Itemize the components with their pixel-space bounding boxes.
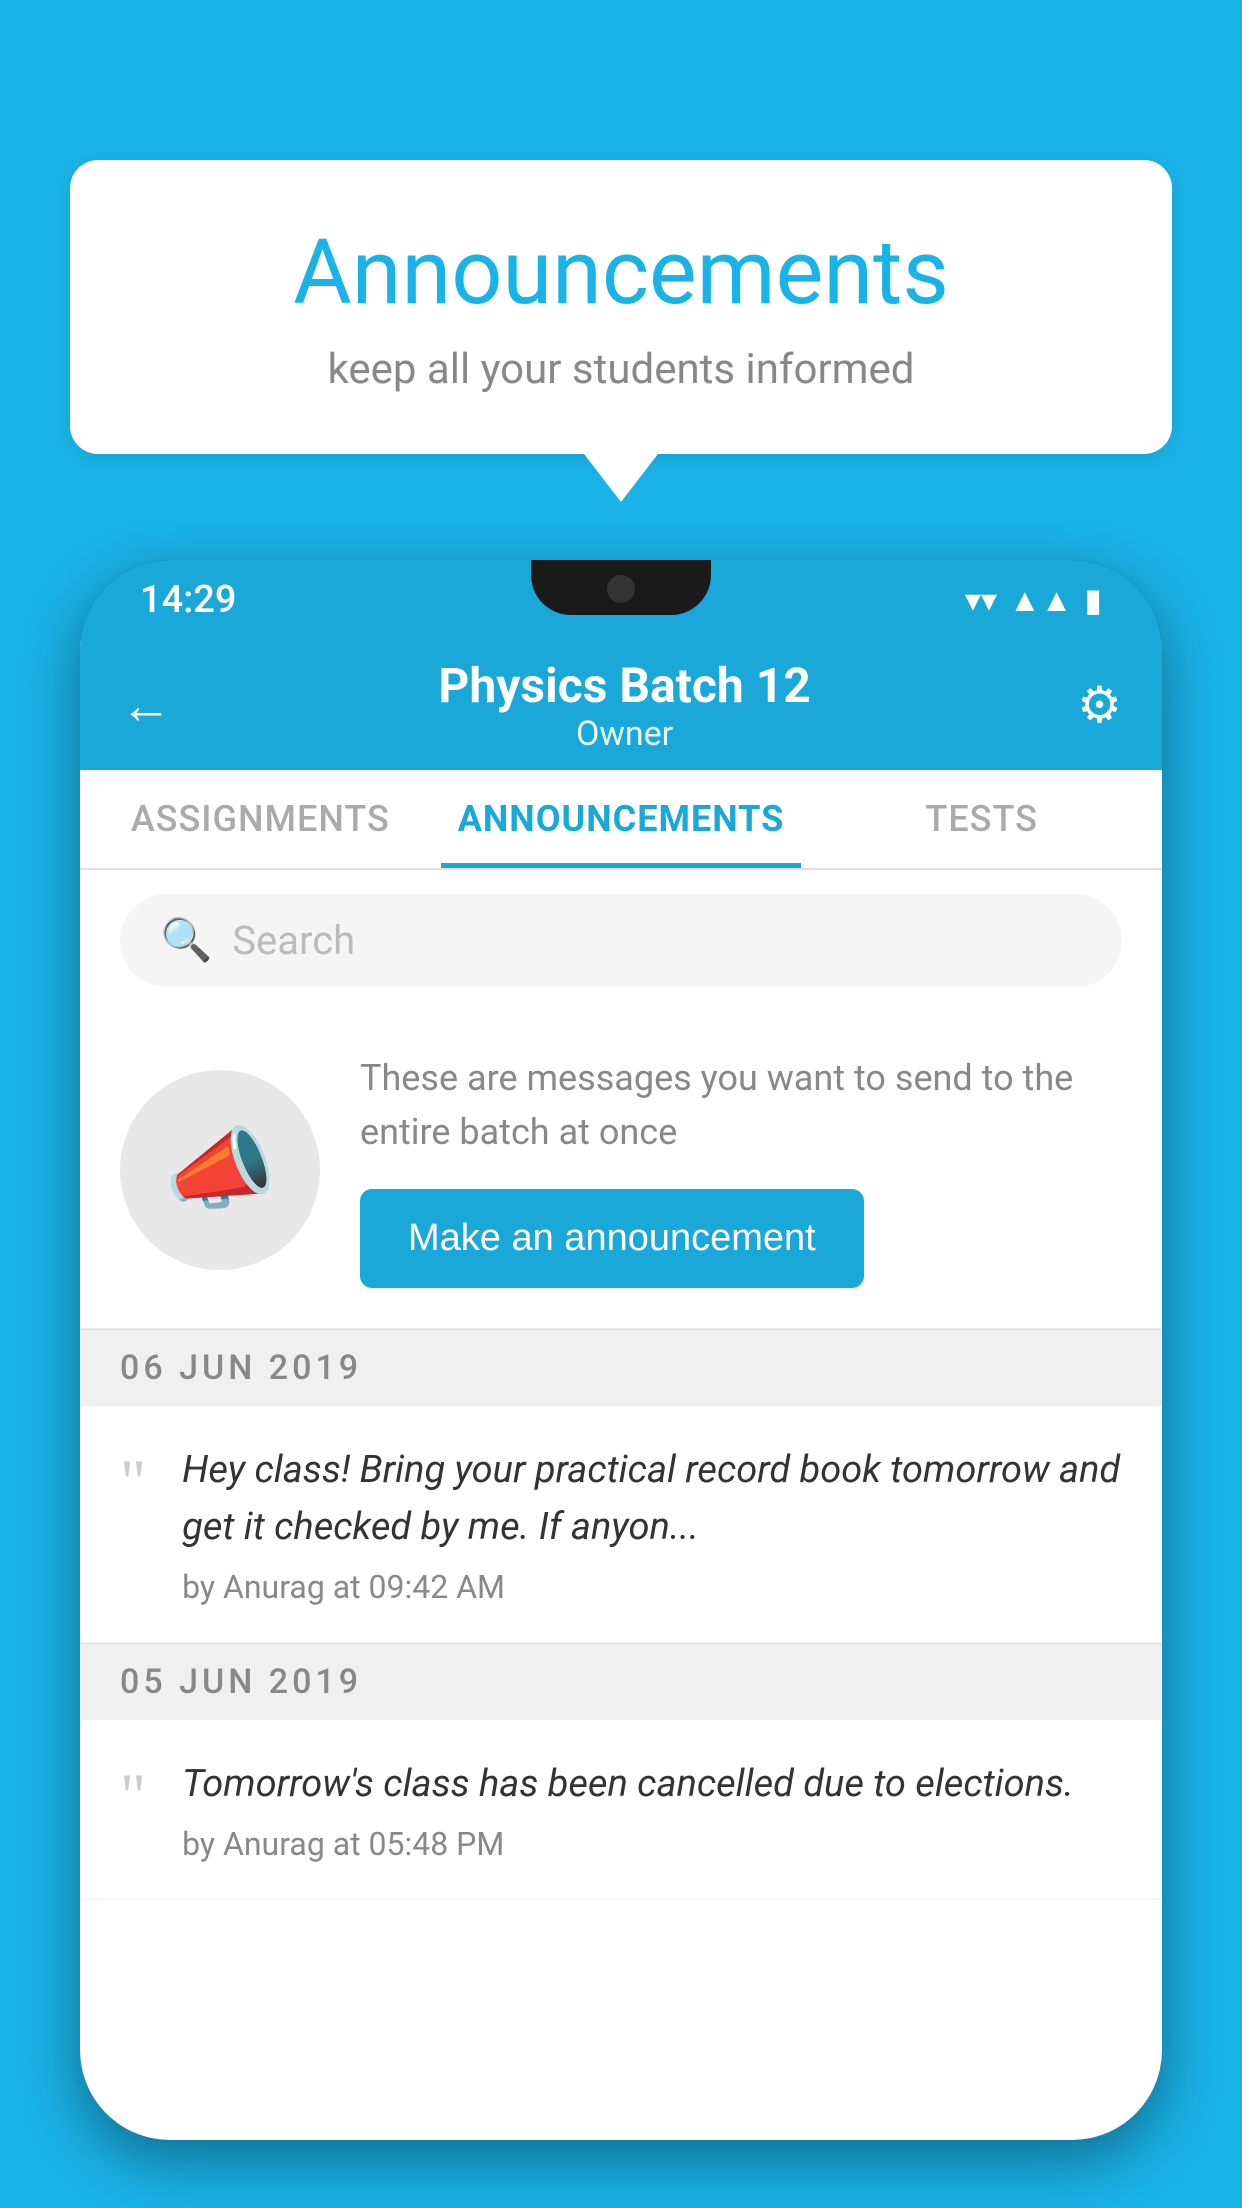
tabs: ASSIGNMENTS ANNOUNCEMENTS TESTS xyxy=(80,770,1162,870)
wifi-icon: ▾▾ xyxy=(965,581,997,619)
announcement-description: These are messages you want to send to t… xyxy=(360,1051,1122,1159)
header-subtitle: Owner xyxy=(172,714,1077,754)
app-content: 🔍 Search 📣 These are messages you want t… xyxy=(80,870,1162,1900)
bubble-subtitle: keep all your students informed xyxy=(150,345,1092,394)
status-bar: 14:29 ▾▾ ▲▲ ▮ xyxy=(80,560,1162,640)
message-content-1: Hey class! Bring your practical record b… xyxy=(182,1442,1122,1606)
message-text-1: Hey class! Bring your practical record b… xyxy=(182,1442,1122,1556)
megaphone-icon: 📣 xyxy=(164,1117,276,1222)
search-placeholder: Search xyxy=(232,917,355,964)
message-author-2: by Anurag at 05:48 PM xyxy=(182,1825,1122,1863)
quote-icon-1: " xyxy=(120,1450,146,1514)
megaphone-circle: 📣 xyxy=(120,1070,320,1270)
search-magnifier-icon: 🔍 xyxy=(160,916,212,965)
phone: 14:29 ▾▾ ▲▲ ▮ ← Physics Batch 12 Owner ⚙ xyxy=(80,560,1162,2140)
announcement-banner: 📣 These are messages you want to send to… xyxy=(80,1011,1162,1329)
notch xyxy=(531,560,711,615)
quote-icon-2: " xyxy=(120,1764,146,1828)
status-time: 14:29 xyxy=(140,578,236,622)
header-center: Physics Batch 12 Owner xyxy=(172,657,1077,754)
tab-assignments[interactable]: ASSIGNMENTS xyxy=(80,770,441,868)
message-item-2[interactable]: " Tomorrow's class has been cancelled du… xyxy=(80,1720,1162,1900)
tab-announcements[interactable]: ANNOUNCEMENTS xyxy=(441,770,802,868)
bubble-title: Announcements xyxy=(150,220,1092,325)
date-separator-2: 05 JUN 2019 xyxy=(80,1643,1162,1720)
make-announcement-button[interactable]: Make an announcement xyxy=(360,1189,864,1288)
speech-bubble-container: Announcements keep all your students inf… xyxy=(70,160,1172,454)
phone-wrapper: 14:29 ▾▾ ▲▲ ▮ ← Physics Batch 12 Owner ⚙ xyxy=(80,560,1162,2208)
message-content-2: Tomorrow's class has been cancelled due … xyxy=(182,1756,1122,1863)
battery-icon: ▮ xyxy=(1084,581,1102,619)
speech-bubble: Announcements keep all your students inf… xyxy=(70,160,1172,454)
announcement-info: These are messages you want to send to t… xyxy=(360,1051,1122,1288)
date-separator-1: 06 JUN 2019 xyxy=(80,1329,1162,1406)
back-button[interactable]: ← xyxy=(120,675,172,736)
status-icons: ▾▾ ▲▲ ▮ xyxy=(965,581,1102,619)
notch-camera xyxy=(607,575,635,603)
signal-icon: ▲▲ xyxy=(1009,581,1072,619)
tab-tests[interactable]: TESTS xyxy=(801,770,1162,868)
app-header: ← Physics Batch 12 Owner ⚙ xyxy=(80,640,1162,770)
search-input-wrapper[interactable]: 🔍 Search xyxy=(120,894,1122,987)
header-title: Physics Batch 12 xyxy=(172,657,1077,714)
message-author-1: by Anurag at 09:42 AM xyxy=(182,1568,1122,1606)
search-bar: 🔍 Search xyxy=(80,870,1162,1011)
phone-screen: ← Physics Batch 12 Owner ⚙ ASSIGNMENTS A… xyxy=(80,640,1162,2140)
message-item-1[interactable]: " Hey class! Bring your practical record… xyxy=(80,1406,1162,1643)
gear-icon[interactable]: ⚙ xyxy=(1077,676,1122,735)
message-text-2: Tomorrow's class has been cancelled due … xyxy=(182,1756,1122,1813)
